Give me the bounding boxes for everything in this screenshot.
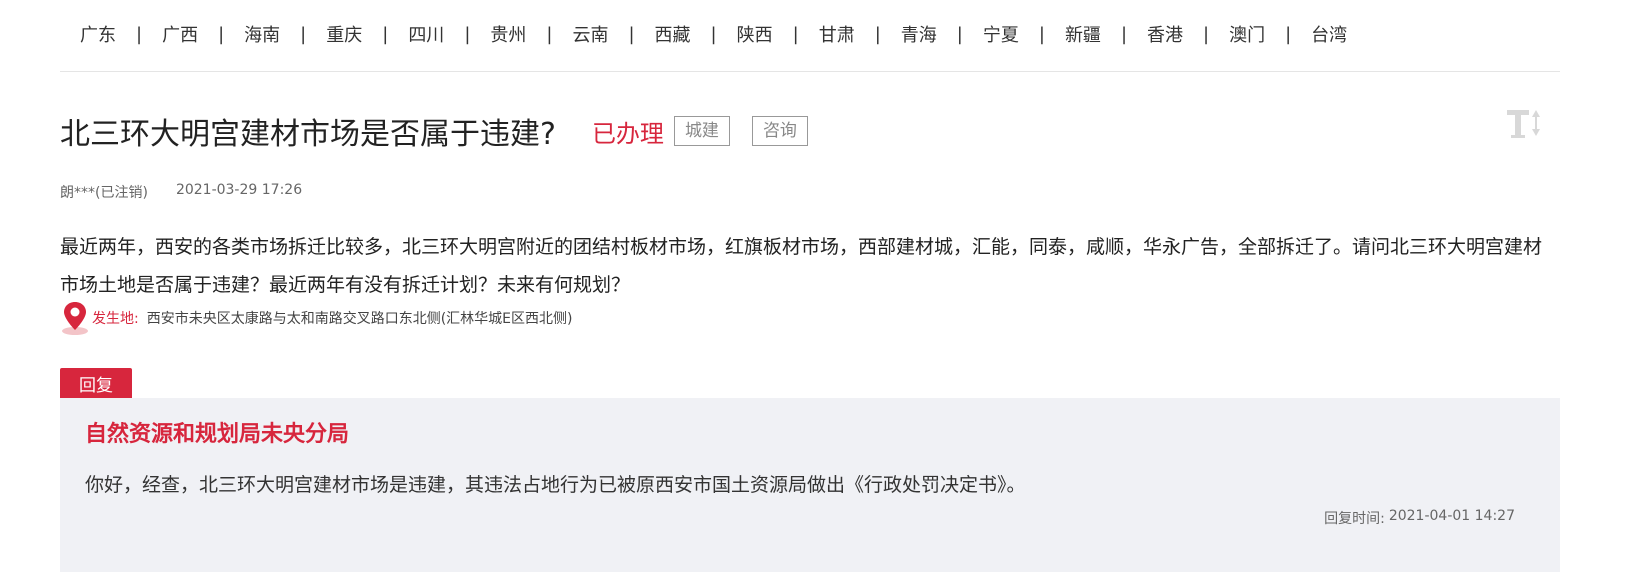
region-item[interactable]: 广西 xyxy=(142,21,218,47)
nav-divider xyxy=(60,71,1560,72)
map-pin-icon xyxy=(62,302,88,335)
region-item[interactable]: 青海 xyxy=(881,21,957,47)
region-item[interactable]: 四川 xyxy=(388,21,464,47)
font-size-icon xyxy=(1507,110,1540,138)
article-content: 最近两年，西安的各类市场拆迁比较多，北三环大明宫附近的团结村板材市场，红旗板材市… xyxy=(60,236,1543,296)
region-item[interactable]: 广东 xyxy=(60,21,136,47)
reply-tab: 回复 xyxy=(60,368,132,398)
location-row: 发生地: 西安市未央区太康路与太和南路交叉路口东北侧(汇林华城E区西北侧) xyxy=(60,300,573,336)
region-item[interactable]: 海南 xyxy=(224,21,300,47)
category-tag: 城建 xyxy=(673,116,730,146)
region-item[interactable]: 陕西 xyxy=(717,21,793,47)
region-item[interactable]: 台湾 xyxy=(1291,21,1367,47)
region-item[interactable]: 香港 xyxy=(1127,21,1203,47)
author: 朗***(已注销) xyxy=(60,185,148,201)
reply-content: 你好，经查，北三环大明宫建材市场是违建，其违法占地行为已被原西安市国土资源局做出… xyxy=(85,474,1026,496)
region-item[interactable]: 新疆 xyxy=(1045,21,1121,47)
region-item[interactable]: 宁夏 xyxy=(963,21,1039,47)
region-item[interactable]: 甘肃 xyxy=(799,21,875,47)
region-item[interactable]: 云南 xyxy=(552,21,628,47)
reply-time: 回复时间: 2021-04-01 14:27 xyxy=(1324,508,1515,528)
reply-org: 自然资源和规划局未央分局 xyxy=(85,422,350,447)
location-label: 发生地: xyxy=(92,311,139,327)
reply-time-value: 2021-04-01 14:27 xyxy=(1388,508,1515,524)
reply-box: 自然资源和规划局未央分局 你好，经查，北三环大明宫建材市场是违建，其违法占地行为… xyxy=(60,398,1560,572)
region-item[interactable]: 重庆 xyxy=(306,21,382,47)
location-value: 西安市未央区太康路与太和南路交叉路口东北侧(汇林华城E区西北侧) xyxy=(146,311,573,327)
page-title: 北三环大明宫建材市场是否属于违建? xyxy=(60,117,556,152)
post-date: 2021-03-29 17:26 xyxy=(175,182,303,198)
region-item[interactable]: 澳门 xyxy=(1209,21,1285,47)
type-tag: 咨询 xyxy=(751,116,808,146)
title-row: 北三环大明宫建材市场是否属于违建? 已办理 城建 咨询 xyxy=(60,108,1560,154)
region-item[interactable]: 贵州 xyxy=(470,21,546,47)
reply-time-label: 回复时间: xyxy=(1324,511,1385,527)
region-item[interactable]: 西藏 xyxy=(635,21,711,47)
region-nav: 广东 | 广西 | 海南 | 重庆 | 四川 | 贵州 | 云南 | 西藏 | … xyxy=(60,14,1566,54)
article-meta: 朗***(已注销) 2021-03-29 17:26 xyxy=(60,182,302,202)
status-label: 已办理 xyxy=(591,119,664,148)
font-size-toggle[interactable] xyxy=(1502,104,1548,144)
